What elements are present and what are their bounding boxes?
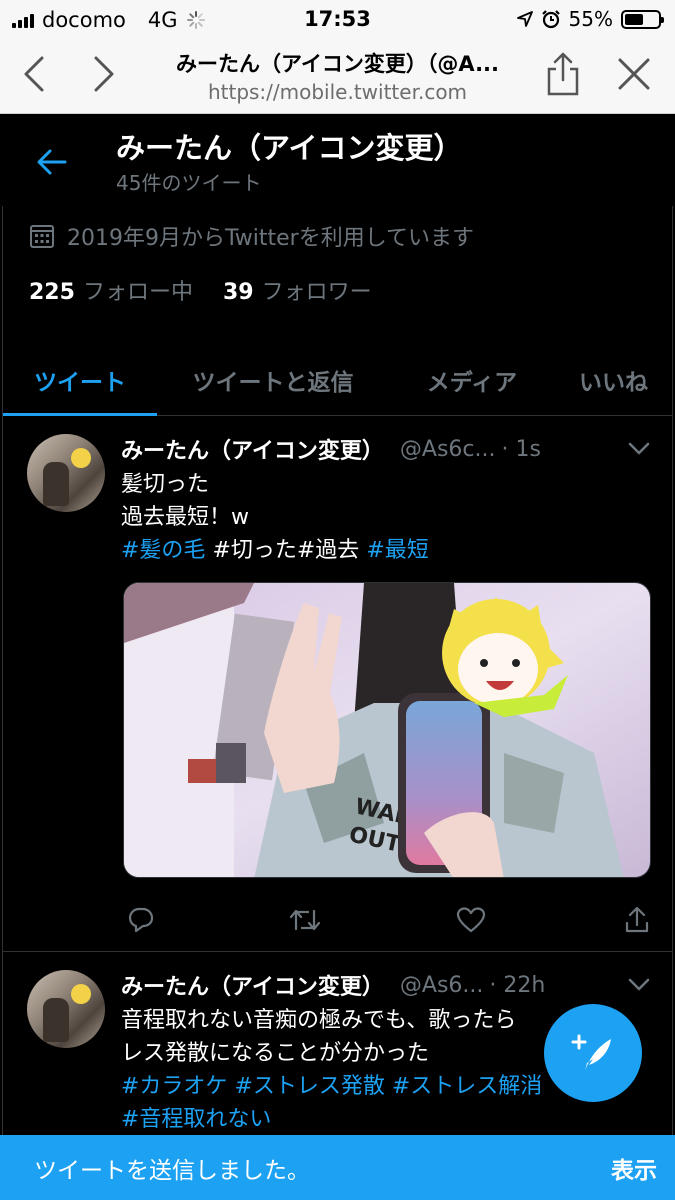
battery-percent: 55% [568,7,613,31]
reply-icon [128,907,154,933]
joined-text: 2019年9月からTwitterを利用しています [67,226,475,251]
tweet-author-name[interactable]: みーたん（アイコン変更） [121,433,384,465]
followers-label: フォロワー [261,280,372,305]
chevron-down-icon [628,978,650,991]
status-right: 55% [516,7,664,31]
joined-date: 2019年9月からTwitterを利用しています [29,220,474,252]
tweet-header: みーたん（アイコン変更） @As6c... · 1s [121,432,652,466]
tweet-author-handle[interactable]: @As6c... [400,437,496,462]
share-button[interactable] [543,52,583,96]
hashtag-link[interactable]: #音程取れない [121,1107,271,1132]
follow-stats: 225 フォロー中 39 フォロワー [29,274,372,306]
browser-page-title: みーたん（アイコン変更）（@A... [175,52,500,76]
tweet-author-name[interactable]: みーたん（アイコン変更） [121,969,384,1001]
arrow-left-icon [37,149,67,175]
tweet-author-handle[interactable]: @As6... [400,973,484,998]
tab-media[interactable]: メディア [389,344,555,416]
reply-button[interactable] [121,902,161,938]
tweet-photo[interactable]: WANN OUT [123,582,651,878]
tweet-count: 45件のツイート [116,171,262,195]
browser-forward-button[interactable] [84,52,124,96]
photo-image: WANN OUT [124,583,650,877]
toast-notification: ツイートを送信しました。 表示 [0,1135,675,1200]
avatar[interactable] [27,970,105,1048]
compose-tweet-button[interactable] [544,1004,642,1102]
tab-likes[interactable]: いいね [555,344,672,416]
hashtag-link[interactable]: #ストレス発散 [234,1074,384,1099]
browser-url[interactable]: https://mobile.twitter.com [130,80,545,104]
tweet-time[interactable]: · 22h [489,973,545,998]
retweet-button[interactable] [285,902,325,938]
following-link[interactable]: 225 フォロー中 [29,274,193,306]
calendar-icon [30,225,54,248]
alarm-icon [541,10,560,29]
toast-message: ツイートを送信しました。 [34,1157,310,1184]
like-button[interactable] [451,902,491,938]
compose-feather-icon [571,1034,611,1071]
tweet-menu-button[interactable] [624,972,654,998]
chevron-left-icon [24,56,44,92]
hashtag-text[interactable]: #切った#過去 [212,538,359,563]
profile-info: 2019年9月からTwitterを利用しています 225 フォロー中 39 フォロワ… [2,206,673,417]
chevron-down-icon [628,442,650,455]
tweet-actions [121,902,661,938]
following-count: 225 [29,280,75,305]
tweet-text-line: 過去最短！w [121,505,249,530]
retweet-icon [289,909,321,931]
chevron-right-icon [94,56,114,92]
back-button[interactable] [30,140,74,184]
avatar[interactable] [27,434,105,512]
profile-tabs: ツイート ツイートと返信 メディア いいね [3,344,672,417]
browser-toolbar: みーたん（アイコン変更）（@A... https://mobile.twitte… [0,38,675,114]
tweet-hashtags: #髪の毛 #切った#過去 #最短 [121,534,648,567]
share-tweet-button[interactable] [617,902,657,938]
hashtag-link[interactable]: #ストレス解消 [392,1074,542,1099]
tweet[interactable]: みーたん（アイコン変更） @As6c... · 1s 髪切った 過去最短！w #… [2,416,673,952]
share-icon [547,52,579,96]
profile-header: みーたん（アイコン変更） 45件のツイート [0,115,675,206]
status-bar: docomo 4G 17:53 55% [0,0,675,38]
tweet-text-line: 髪切った [121,472,210,497]
tab-tweets[interactable]: ツイート [3,344,157,417]
browser-back-button[interactable] [14,52,54,96]
hashtag-link[interactable]: #髪の毛 [121,538,205,563]
tweet-text: 髪切った 過去最短！w #髪の毛 #切った#過去 #最短 [121,468,648,567]
hashtag-link[interactable]: #カラオケ [121,1074,227,1099]
location-arrow-icon [516,11,533,27]
battery-fill [625,13,643,25]
tweet-menu-button[interactable] [624,436,654,462]
close-icon [618,58,650,90]
followers-count: 39 [222,280,254,305]
tweet-header: みーたん（アイコン変更） @As6... · 22h [121,968,652,1002]
heart-icon [456,907,486,933]
following-label: フォロー中 [82,280,193,305]
hashtag-link[interactable]: #最短 [366,538,428,563]
tab-tweets-and-replies[interactable]: ツイートと返信 [157,344,389,416]
close-tab-button[interactable] [614,52,654,96]
followers-link[interactable]: 39 フォロワー [223,274,372,306]
battery-icon [621,9,664,29]
toast-view-button[interactable]: 表示 [611,1151,657,1185]
tweet-hashtags: #音程取れない [121,1103,648,1136]
page-title: みーたん（アイコン変更） [116,131,463,165]
tweet-time[interactable]: · 1s [502,437,541,462]
share-up-icon [625,906,649,933]
